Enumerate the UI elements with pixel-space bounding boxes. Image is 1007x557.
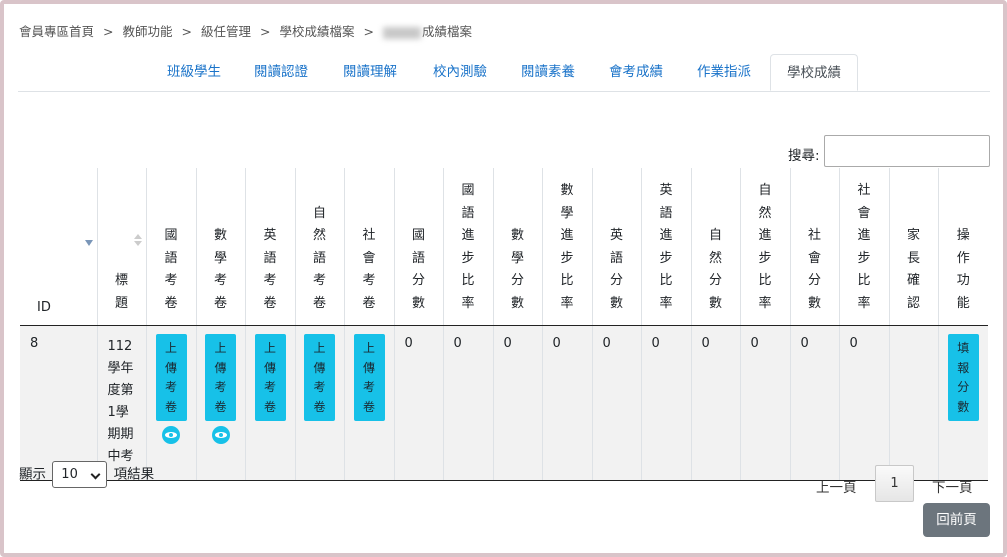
tab-school-grades[interactable]: 學校成績 (770, 54, 858, 91)
upload-english-button[interactable]: 上傳考卷 (254, 334, 286, 421)
upload-social-button[interactable]: 上傳考卷 (353, 334, 385, 421)
header-actions: 操作功能 (938, 168, 988, 326)
tab-reading-cert[interactable]: 閱讀認證 (247, 54, 315, 91)
upload-math-button[interactable]: 上傳考卷 (205, 334, 236, 421)
tab-exam-scores[interactable]: 會考成績 (602, 54, 670, 91)
fill-scores-button[interactable]: 填報分數 (947, 334, 979, 421)
breadcrumb-homeroom[interactable]: 級任管理 (201, 24, 251, 39)
upload-chinese-button[interactable]: 上傳考卷 (155, 334, 187, 421)
header-social-progress: 社會進步比率 (839, 168, 890, 326)
page-length-select[interactable]: 10 (52, 461, 108, 488)
view-eye-icon[interactable] (162, 426, 180, 444)
redacted-text (383, 26, 421, 39)
search-input[interactable] (824, 135, 990, 167)
header-math-progress: 數學進步比率 (542, 168, 593, 326)
breadcrumb-separator: > (363, 24, 374, 39)
sort-icon (133, 234, 142, 248)
table-header-row: ID 標題 國語考卷 數學考卷 英語考卷 自然語考卷 社會考卷 國語分數 國語進… (20, 168, 988, 326)
pagination-next[interactable]: 下一頁 (932, 476, 973, 496)
cell-chinese-score: 0 (394, 325, 444, 481)
cell-english-paper: 上傳考卷 (245, 325, 296, 481)
length-prefix: 顯示 (19, 466, 46, 483)
grades-table: ID 標題 國語考卷 數學考卷 英語考卷 自然語考卷 社會考卷 國語分數 國語進… (20, 168, 988, 481)
cell-english-progress: 0 (641, 325, 692, 481)
breadcrumb-separator: > (103, 24, 114, 39)
upload-science-button[interactable]: 上傳考卷 (304, 334, 335, 421)
header-title[interactable]: 標題 (97, 168, 147, 326)
breadcrumb-teacher[interactable]: 教師功能 (123, 24, 173, 39)
header-english-progress: 英語進步比率 (641, 168, 692, 326)
cell-science-score: 0 (691, 325, 741, 481)
breadcrumb-home[interactable]: 會員專區首頁 (19, 24, 94, 39)
cell-social-score: 0 (790, 325, 840, 481)
header-math-score: 數學分數 (493, 168, 543, 326)
back-button[interactable]: 回前頁 (923, 503, 990, 537)
sort-desc-icon (84, 240, 93, 246)
breadcrumb: 會員專區首頁 > 教師功能 > 級任管理 > 學校成績檔案 > 成績檔案 (19, 21, 472, 40)
cell-id: 8 (20, 325, 98, 481)
view-eye-icon[interactable] (211, 426, 230, 444)
breadcrumb-separator: > (260, 24, 271, 39)
breadcrumb-separator: > (181, 24, 192, 39)
header-english-paper: 英語考卷 (245, 168, 296, 326)
header-math-paper: 數學考卷 (196, 168, 246, 326)
cell-science-paper: 上傳考卷 (295, 325, 345, 481)
cell-math-progress: 0 (542, 325, 593, 481)
tab-reading-literacy[interactable]: 閱讀素養 (514, 54, 582, 91)
cell-science-progress: 0 (740, 325, 791, 481)
cell-english-score: 0 (592, 325, 642, 481)
header-chinese-progress: 國語進步比率 (443, 168, 494, 326)
cell-chinese-paper: 上傳考卷 (146, 325, 197, 481)
header-science-score: 自然分數 (691, 168, 741, 326)
header-chinese-paper: 國語考卷 (146, 168, 197, 326)
cell-title: 112學年度第1學期期中考 (97, 325, 147, 481)
header-parent-confirm: 家長確認 (889, 168, 939, 326)
cell-chinese-progress: 0 (443, 325, 494, 481)
length-suffix: 項結果 (113, 466, 155, 483)
header-social-score: 社會分數 (790, 168, 840, 326)
table-row: 8 112學年度第1學期期中考 上傳考卷 上傳考卷 上傳考卷 上傳考卷 上傳考卷… (20, 325, 988, 481)
cell-parent-confirm (889, 325, 939, 481)
tab-class-students[interactable]: 班級學生 (160, 54, 228, 91)
header-chinese-score: 國語分數 (394, 168, 444, 326)
header-science-paper: 自然語考卷 (295, 168, 345, 326)
tab-reading-comprehension[interactable]: 閱讀理解 (336, 54, 404, 91)
cell-math-score: 0 (493, 325, 543, 481)
header-english-score: 英語分數 (592, 168, 642, 326)
cell-actions: 填報分數 (938, 325, 988, 481)
tab-bar: 班級學生 閱讀認證 閱讀理解 校內測驗 閱讀素養 會考成績 作業指派 學校成績 (18, 54, 990, 92)
cell-social-progress: 0 (839, 325, 890, 481)
breadcrumb-school-grades[interactable]: 學校成績檔案 (280, 24, 355, 39)
length-menu: 顯示 10 項結果 (19, 461, 154, 488)
breadcrumb-current: 成績檔案 (422, 24, 473, 39)
pagination-previous[interactable]: 上一頁 (816, 476, 857, 496)
tab-school-tests[interactable]: 校內測驗 (426, 54, 494, 91)
search-label: 搜尋: (788, 148, 820, 164)
header-social-paper: 社會考卷 (344, 168, 395, 326)
cell-math-paper: 上傳考卷 (196, 325, 246, 481)
pagination-current-page[interactable]: 1 (875, 465, 914, 502)
tab-assignments[interactable]: 作業指派 (690, 54, 758, 91)
cell-social-paper: 上傳考卷 (344, 325, 395, 481)
header-id[interactable]: ID (20, 168, 98, 326)
header-science-progress: 自然進步比率 (740, 168, 791, 326)
